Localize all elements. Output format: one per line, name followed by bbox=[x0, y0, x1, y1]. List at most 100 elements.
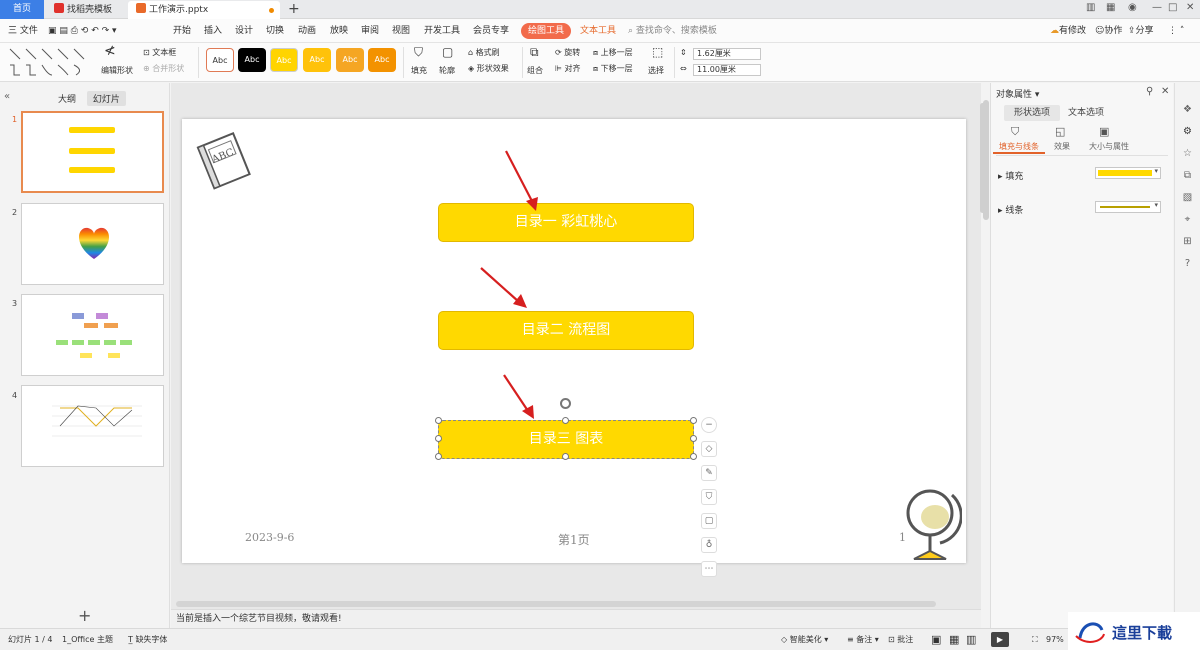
group-icon[interactable]: ⧉ bbox=[530, 46, 539, 58]
shape-style-4[interactable]: Abc bbox=[303, 48, 331, 72]
notes-bar[interactable]: 当前是插入一个综艺节目视频，敬请观看! bbox=[171, 609, 981, 628]
horizontal-scrollbar[interactable] bbox=[176, 601, 936, 607]
select-button[interactable]: 选择 bbox=[648, 65, 664, 77]
properties-icon[interactable]: ⚙ bbox=[1181, 125, 1194, 138]
bring-forward-button[interactable]: ⧈ 上移一层 bbox=[593, 47, 633, 59]
transition-icon[interactable]: ⧉ bbox=[1181, 169, 1194, 182]
tab-text-options[interactable]: 文本选项 bbox=[1058, 105, 1114, 121]
menu-file[interactable]: 三 文件 bbox=[8, 23, 38, 39]
comments-button[interactable]: ⊡ 批注 bbox=[888, 629, 913, 650]
menu-animation[interactable]: 动画 bbox=[298, 23, 316, 39]
rotate-button[interactable]: ⟳ 旋转 bbox=[555, 47, 580, 59]
fill-color-dropdown[interactable]: ▾ bbox=[1095, 167, 1161, 179]
merge-shapes-button[interactable]: ⊕ 合并形状 bbox=[143, 63, 184, 75]
menu-drawing-tools[interactable]: 绘图工具 bbox=[521, 23, 572, 39]
line-style-dropdown[interactable]: ▾ bbox=[1095, 201, 1161, 213]
menu-design[interactable]: 设计 bbox=[235, 23, 253, 39]
notes-button[interactable]: ≡ 备注 ▾ bbox=[847, 629, 879, 650]
resize-handle[interactable] bbox=[562, 453, 569, 460]
quick-save-icon[interactable]: ▣ ▤ ⎙ ⟲ ↶ ↷ ▾ bbox=[48, 23, 117, 39]
slide-thumb-1[interactable] bbox=[21, 111, 164, 193]
textbox-button[interactable]: ⊡ 文本框 bbox=[143, 47, 176, 59]
play-icon[interactable]: ▶ bbox=[991, 632, 1009, 647]
shape-effect-button[interactable]: ◈ 形状效果 bbox=[468, 63, 509, 75]
height-input[interactable]: 1.62厘米 bbox=[693, 48, 761, 60]
more-icon[interactable]: ⋮ ˄ bbox=[1168, 23, 1184, 39]
tab-home[interactable]: 首页 bbox=[0, 0, 44, 19]
menu-text-tools[interactable]: 文本工具 bbox=[580, 23, 616, 39]
menu-review[interactable]: 审阅 bbox=[361, 23, 379, 39]
bulb-icon[interactable]: ♁ bbox=[701, 537, 717, 553]
image-icon[interactable]: ▧ bbox=[1181, 191, 1194, 204]
menu-transition[interactable]: 切换 bbox=[266, 23, 284, 39]
resize-handle[interactable] bbox=[435, 417, 442, 424]
normal-view-icon[interactable]: ▣ bbox=[931, 629, 941, 650]
resize-handle[interactable] bbox=[690, 417, 697, 424]
menu-view[interactable]: 视图 bbox=[392, 23, 410, 39]
resize-handle[interactable] bbox=[562, 417, 569, 424]
menu-insert[interactable]: 插入 bbox=[204, 23, 222, 39]
maximize-button[interactable]: □ bbox=[1168, 2, 1177, 13]
tab-shape-options[interactable]: 形状选项 bbox=[1004, 105, 1061, 121]
minimize-button[interactable]: — bbox=[1152, 2, 1162, 13]
slide-thumb-2[interactable] bbox=[21, 203, 164, 285]
pane-scrollbar[interactable] bbox=[980, 103, 985, 213]
shape-style-6[interactable]: Abc bbox=[368, 48, 396, 72]
menu-member[interactable]: 会员专享 bbox=[473, 23, 509, 39]
more-tools-icon[interactable]: ⋯ bbox=[701, 561, 717, 577]
sorter-view-icon[interactable]: ▦ bbox=[949, 629, 959, 650]
edit-shape-button[interactable]: 编辑形状 bbox=[101, 65, 133, 77]
menu-developer[interactable]: 开发工具 bbox=[424, 23, 460, 39]
pin-icon[interactable]: ⚲ bbox=[1146, 86, 1153, 97]
tab-template[interactable]: 找稻壳模板 bbox=[46, 1, 126, 19]
location-icon[interactable]: ⌖ bbox=[1181, 213, 1194, 226]
collapse-pane-icon[interactable]: « bbox=[4, 91, 10, 102]
fill-line-icon[interactable]: ⛉ bbox=[1011, 125, 1019, 139]
outline-button[interactable]: 轮廓 bbox=[439, 65, 455, 77]
tab-slides[interactable]: 幻灯片 bbox=[86, 91, 126, 106]
tab-document[interactable]: 工作演示.pptx bbox=[128, 1, 280, 19]
fill-section-toggle[interactable]: ▸ 填充 bbox=[998, 169, 1023, 182]
resize-handle[interactable] bbox=[435, 435, 442, 442]
new-tab-button[interactable]: + bbox=[288, 1, 300, 17]
align-button[interactable]: ⊫ 对齐 bbox=[555, 63, 581, 75]
collapse-icon[interactable]: − bbox=[701, 417, 717, 433]
fit-icon[interactable]: ⛶ bbox=[1032, 629, 1038, 650]
shape-style-5[interactable]: Abc bbox=[336, 48, 364, 72]
tab-outline[interactable]: 大纲 bbox=[52, 91, 82, 106]
shape-style-1[interactable]: Abc bbox=[206, 48, 234, 72]
design-icon[interactable]: ❖ bbox=[1181, 103, 1194, 116]
layout-icon[interactable]: ▥ bbox=[1086, 2, 1095, 13]
close-pane-icon[interactable]: ✕ bbox=[1161, 86, 1169, 97]
effect-tab-icon[interactable]: ◱ bbox=[1055, 125, 1065, 138]
zoom-level[interactable]: 97% bbox=[1046, 629, 1064, 650]
size-tab-icon[interactable]: ▣ bbox=[1099, 125, 1109, 138]
width-input[interactable]: 11.00厘米 bbox=[693, 64, 761, 76]
outline-style-icon[interactable]: ▢ bbox=[701, 513, 717, 529]
animation-icon[interactable]: ☆ bbox=[1181, 147, 1194, 160]
resize-handle[interactable] bbox=[690, 453, 697, 460]
grid-icon[interactable]: ▦ bbox=[1106, 2, 1115, 13]
group-button[interactable]: 组合 bbox=[527, 65, 543, 77]
resize-handle[interactable] bbox=[435, 453, 442, 460]
slide-thumb-3[interactable] bbox=[21, 294, 164, 376]
line-section-toggle[interactable]: ▸ 线条 bbox=[998, 203, 1023, 216]
book-icon[interactable]: ⊞ bbox=[1181, 235, 1194, 248]
avatar-icon[interactable]: ◉ bbox=[1128, 2, 1137, 13]
add-slide-button[interactable]: + bbox=[78, 606, 91, 625]
toc-box-1[interactable]: 目录一 彩虹桃心 bbox=[438, 203, 694, 242]
collab-button[interactable]: ☺协作 bbox=[1095, 23, 1122, 39]
menu-home[interactable]: 开始 bbox=[173, 23, 191, 39]
subtab-size[interactable]: 大小与属性 bbox=[1079, 141, 1139, 152]
layers-icon[interactable]: ◇ bbox=[701, 441, 717, 457]
missing-font-button[interactable]: T̲ 缺失字体 bbox=[128, 629, 167, 650]
resize-handle[interactable] bbox=[690, 435, 697, 442]
command-search[interactable]: ⌕ 查找命令、搜索模板 bbox=[628, 23, 717, 39]
slide-canvas[interactable]: ABC 目录一 彩虹桃心 目录二 流程图 目录三 图表 2023-9-6 第1页 bbox=[182, 119, 966, 563]
fill-icon[interactable]: ⛉ bbox=[701, 489, 717, 505]
shape-style-3[interactable]: Abc bbox=[270, 48, 298, 72]
share-button[interactable]: ⇪分享 bbox=[1128, 23, 1154, 39]
fill-bucket-icon[interactable]: ⛉ bbox=[414, 46, 423, 58]
slide-thumb-4[interactable] bbox=[21, 385, 164, 467]
toc-box-2[interactable]: 目录二 流程图 bbox=[438, 311, 694, 350]
